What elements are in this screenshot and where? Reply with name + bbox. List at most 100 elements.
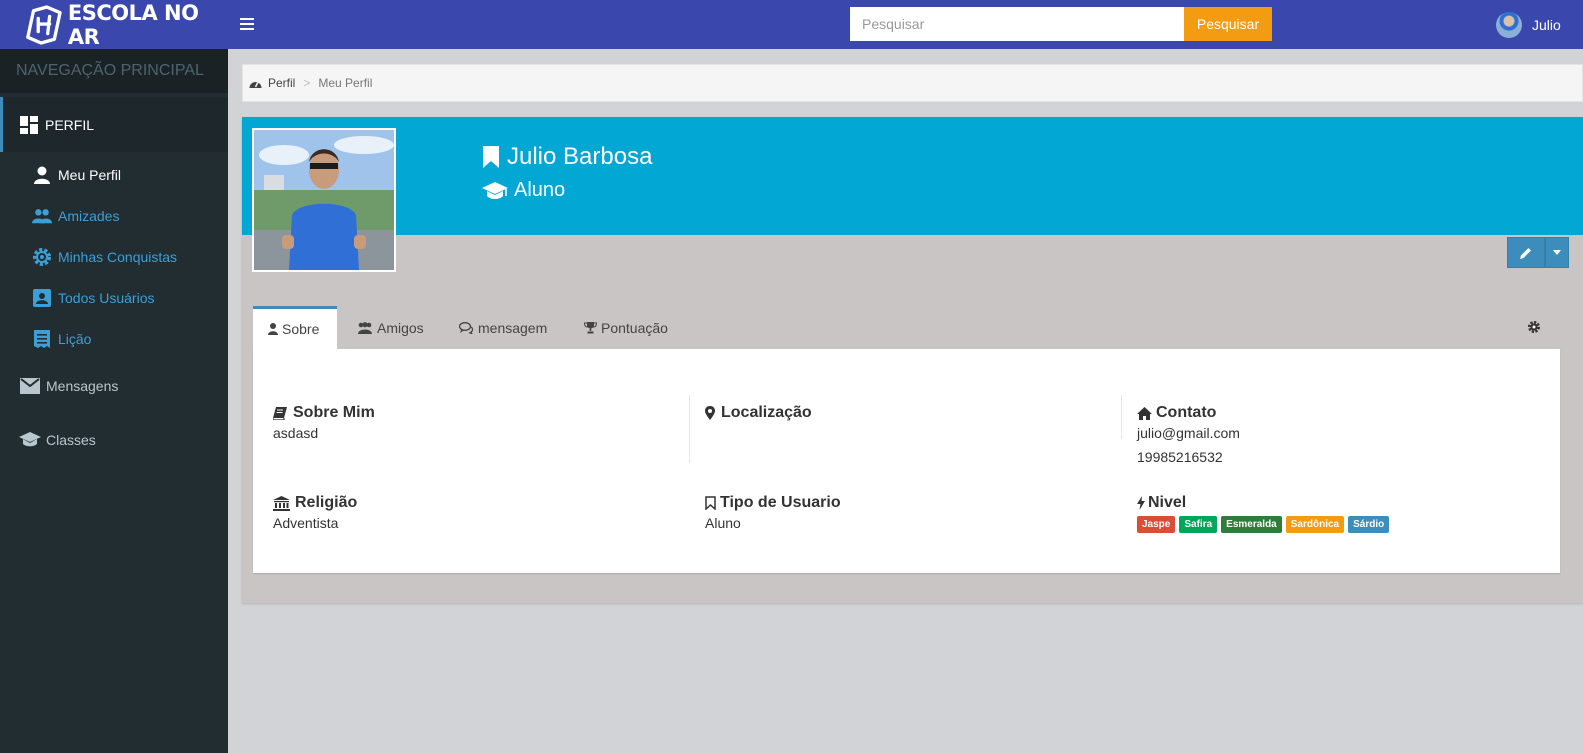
profile-role: Aluno bbox=[482, 179, 565, 202]
tab-sobre[interactable]: Sobre bbox=[253, 306, 337, 349]
section-title-text: Tipo de Usuario bbox=[720, 494, 841, 511]
profile-cover bbox=[242, 117, 1583, 235]
section-title: Contato bbox=[1137, 404, 1240, 422]
section-title: Sobre Mim bbox=[273, 404, 375, 422]
people-icon bbox=[32, 206, 52, 226]
tab-mensagem[interactable]: mensagem bbox=[444, 306, 562, 349]
sidebar-toggle-button[interactable] bbox=[240, 14, 254, 35]
section-title-text: Contato bbox=[1156, 404, 1217, 421]
breadcrumb-home-link[interactable]: Perfil bbox=[268, 76, 295, 90]
menu-icon bbox=[240, 18, 254, 30]
graduation-cap-icon bbox=[19, 431, 41, 449]
section-title: Nivel bbox=[1137, 494, 1389, 512]
bookmark-icon bbox=[483, 146, 499, 168]
location-section: Localização bbox=[705, 404, 812, 422]
section-title-text: Religião bbox=[295, 494, 358, 511]
sidebar-item-label: Classes bbox=[46, 432, 96, 448]
home-icon bbox=[1137, 406, 1152, 420]
section-title-text: Sobre Mim bbox=[293, 404, 375, 421]
section-title: Localização bbox=[705, 404, 812, 422]
tab-pontuacao[interactable]: Pontuação bbox=[569, 306, 683, 349]
pencil-icon bbox=[1520, 247, 1531, 259]
sidebar-item-todos-usuarios[interactable]: Todos Usuários bbox=[0, 277, 228, 318]
level-badge-sardonica: Sardônica bbox=[1285, 516, 1345, 533]
tab-amigos[interactable]: Amigos bbox=[342, 306, 439, 349]
profile-box: Julio Barbosa Aluno Sobre Amigos mensage… bbox=[242, 117, 1583, 603]
tab-content-sobre: Sobre Mim asdasd Localização Contato jul… bbox=[253, 349, 1560, 573]
contact-email: julio@gmail.com bbox=[1137, 425, 1240, 441]
section-title-text: Nivel bbox=[1148, 494, 1187, 511]
map-marker-icon bbox=[705, 406, 715, 420]
bolt-icon bbox=[1137, 496, 1145, 510]
sidebar-item-label: Meu Perfil bbox=[58, 166, 122, 183]
sidebar-item-classes[interactable]: Classes bbox=[0, 413, 228, 467]
institution-icon bbox=[273, 495, 290, 511]
caret-down-icon bbox=[1553, 250, 1561, 255]
person-icon bbox=[32, 165, 52, 185]
bookmark-outline-icon bbox=[705, 496, 716, 510]
section-title-text: Localização bbox=[721, 404, 812, 421]
user-name: Julio bbox=[1532, 17, 1561, 33]
contact-card-icon bbox=[32, 288, 52, 308]
level-section: Nivel Jaspe Safira Esmeralda Sardônica S… bbox=[1137, 494, 1390, 533]
sidebar-item-label: Minhas Conquistas bbox=[58, 248, 178, 265]
comments-icon bbox=[459, 321, 474, 334]
profile-name: Julio Barbosa bbox=[482, 143, 652, 171]
profile-tabs: Sobre Amigos mensagem Pontuação bbox=[253, 306, 1561, 349]
sidebar-header: NAVEGAÇÃO PRINCIPAL bbox=[0, 49, 228, 93]
level-badge-sardio: Sárdio bbox=[1348, 516, 1390, 533]
sidebar-item-label: Lição bbox=[58, 330, 92, 347]
edit-profile-button[interactable] bbox=[1507, 237, 1545, 268]
book-icon bbox=[273, 406, 287, 420]
logo-icon bbox=[26, 4, 62, 45]
edit-options-dropdown[interactable] bbox=[1545, 237, 1569, 268]
profile-photo-image bbox=[254, 130, 394, 270]
level-badges: Jaspe Safira Esmeralda Sardônica Sárdio bbox=[1137, 516, 1390, 533]
dashboard-icon bbox=[20, 115, 38, 134]
user-type-section: Tipo de Usuario Aluno bbox=[705, 494, 841, 531]
sidebar-item-label: PERFIL bbox=[45, 116, 95, 133]
user-type-value: Aluno bbox=[705, 515, 741, 531]
user-icon bbox=[268, 323, 278, 335]
section-title: Tipo de Usuario bbox=[705, 494, 841, 512]
profile-name-text: Julio Barbosa bbox=[507, 143, 653, 170]
section-title: Religião bbox=[273, 494, 357, 512]
tab-label: Sobre bbox=[282, 321, 320, 337]
brand-logo[interactable]: ESCOLA NO AR bbox=[0, 0, 228, 49]
gear-icon bbox=[1528, 321, 1540, 333]
contact-section: Contato julio@gmail.com 19985216532 bbox=[1137, 404, 1240, 465]
receipt-icon bbox=[32, 329, 52, 349]
contact-phone: 19985216532 bbox=[1137, 449, 1223, 465]
sidebar-item-perfil[interactable]: PERFIL bbox=[0, 97, 228, 152]
settings-gear-button[interactable] bbox=[1527, 320, 1541, 337]
dashboard-gauge-icon bbox=[249, 81, 262, 88]
about-me-value: asdasd bbox=[273, 425, 319, 441]
sidebar-item-meu-perfil[interactable]: Meu Perfil bbox=[0, 154, 228, 195]
breadcrumb: Perfil > Meu Perfil bbox=[242, 64, 1583, 102]
tab-label: mensagem bbox=[478, 319, 548, 336]
graduation-cap-icon bbox=[482, 181, 508, 199]
brand-name: ESCOLA NO AR bbox=[67, 0, 199, 49]
breadcrumb-current: Meu Perfil bbox=[318, 76, 373, 90]
sidebar-item-licao[interactable]: Lição bbox=[0, 318, 228, 359]
sidebar-item-mensagens[interactable]: Mensagens bbox=[0, 359, 228, 413]
search-input[interactable] bbox=[850, 7, 1184, 41]
user-menu[interactable]: Julio bbox=[1496, 12, 1561, 38]
badge-gear-icon bbox=[32, 247, 52, 267]
divider bbox=[689, 395, 690, 463]
profile-role-text: Aluno bbox=[514, 179, 566, 201]
level-badge-esmeralda: Esmeralda bbox=[1221, 516, 1282, 533]
sidebar: NAVEGAÇÃO PRINCIPAL PERFIL Meu Perfil Am… bbox=[0, 49, 228, 753]
envelope-icon bbox=[19, 378, 41, 394]
sidebar-item-minhas-conquistas[interactable]: Minhas Conquistas bbox=[0, 236, 228, 277]
divider bbox=[1121, 395, 1122, 439]
about-me-section: Sobre Mim asdasd bbox=[273, 404, 375, 441]
sidebar-item-amizades[interactable]: Amizades bbox=[0, 195, 228, 236]
top-navbar: ESCOLA NO AR Pesquisar Julio bbox=[0, 0, 1583, 49]
search-button[interactable]: Pesquisar bbox=[1184, 7, 1272, 41]
avatar bbox=[1496, 12, 1522, 38]
level-badge-jaspe: Jaspe bbox=[1137, 516, 1176, 533]
sidebar-item-label: Todos Usuários bbox=[58, 289, 155, 306]
profile-photo bbox=[252, 128, 396, 272]
breadcrumb-separator: > bbox=[303, 76, 311, 90]
